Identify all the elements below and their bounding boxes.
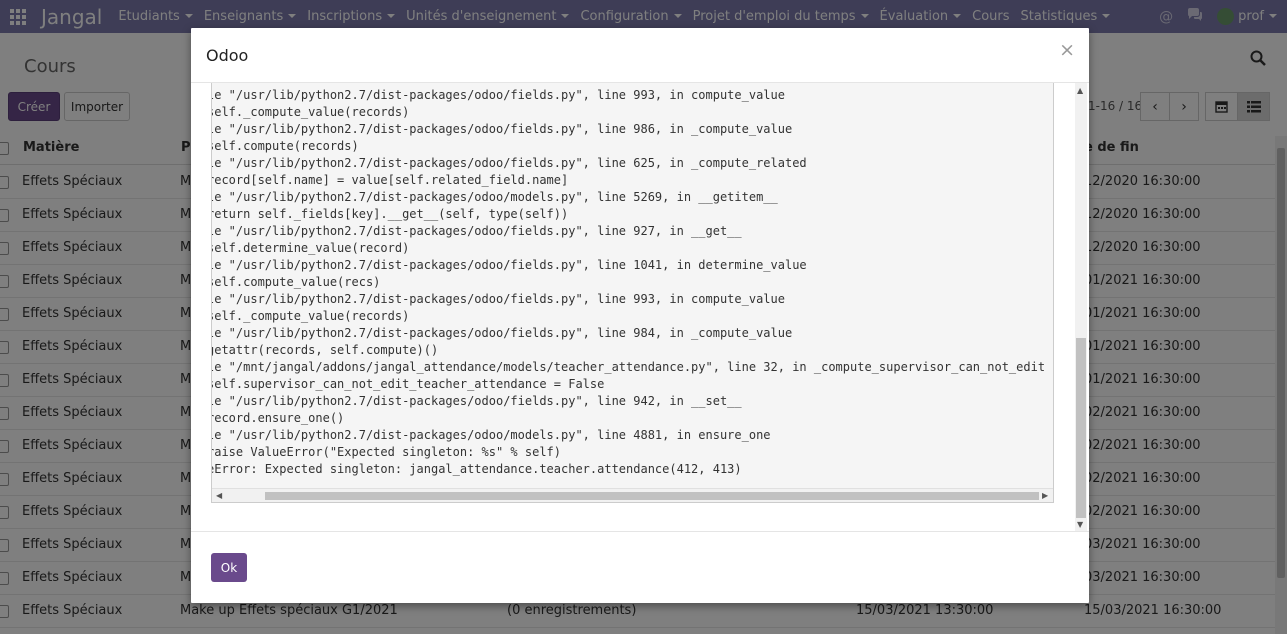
close-icon[interactable]: ×: [1059, 39, 1075, 61]
dialog-scrollbar-thumb[interactable]: [1076, 338, 1086, 518]
traceback-line: eError: Expected singleton: jangal_atten…: [211, 462, 742, 476]
error-dialog: Odoo × le "/usr/lib/python2.7/dist-packa…: [191, 28, 1089, 603]
traceback-line: return self._fields[key].__get__(self, t…: [211, 207, 569, 221]
traceback-line: self._compute_value(records): [211, 309, 410, 323]
ok-button[interactable]: Ok: [211, 553, 247, 582]
dialog-vertical-scrollbar[interactable]: ▲ ▼: [1075, 83, 1087, 531]
traceback-line: record.ensure_one(): [211, 411, 345, 425]
traceback-line: le "/usr/lib/python2.7/dist-packages/odo…: [211, 156, 807, 170]
traceback-line: le "/usr/lib/python2.7/dist-packages/odo…: [211, 122, 793, 136]
traceback-line: self._compute_value(records): [211, 105, 410, 119]
traceback-scrollbar-thumb[interactable]: [265, 492, 1039, 500]
traceback-line: raise ValueError("Expected singleton: %s…: [211, 445, 562, 459]
traceback-line: le "/usr/lib/python2.7/dist-packages/odo…: [211, 394, 742, 408]
traceback-line: self.compute_value(recs): [211, 275, 381, 289]
traceback-line: le "/usr/lib/python2.7/dist-packages/odo…: [211, 428, 771, 442]
traceback-horizontal-scrollbar[interactable]: ◀ ▶: [212, 488, 1053, 502]
traceback-line: le "/usr/lib/python2.7/dist-packages/odo…: [211, 88, 785, 102]
traceback-line: getattr(records, self.compute)(): [211, 343, 439, 357]
dialog-header: Odoo ×: [191, 28, 1089, 83]
traceback-line: le "/usr/lib/python2.7/dist-packages/odo…: [211, 258, 807, 272]
traceback-line: le "/usr/lib/python2.7/dist-packages/odo…: [211, 224, 742, 238]
traceback-box: le "/usr/lib/python2.7/dist-packages/odo…: [211, 83, 1054, 503]
dialog-body: le "/usr/lib/python2.7/dist-packages/odo…: [191, 83, 1089, 532]
traceback-line: record[self.name] = value[self.related_f…: [211, 173, 569, 187]
scroll-right-arrow-icon[interactable]: ▶: [1042, 491, 1048, 500]
dialog-title: Odoo: [206, 46, 249, 65]
traceback-line: self.supervisor_can_not_edit_teacher_att…: [211, 377, 605, 391]
traceback-line: le "/usr/lib/python2.7/dist-packages/odo…: [211, 326, 793, 340]
traceback-line: self.compute(records): [211, 139, 359, 153]
traceback-line: le "/usr/lib/python2.7/dist-packages/odo…: [211, 292, 785, 306]
traceback-line: le "/mnt/jangal/addons/jangal_attendance…: [211, 360, 1046, 374]
scroll-down-arrow-icon[interactable]: ▼: [1077, 520, 1083, 529]
scroll-left-arrow-icon[interactable]: ◀: [216, 491, 222, 500]
traceback-line: self.determine_value(record): [211, 241, 410, 255]
traceback-line: le "/usr/lib/python2.7/dist-packages/odo…: [211, 190, 778, 204]
scroll-up-arrow-icon[interactable]: ▲: [1077, 86, 1083, 95]
